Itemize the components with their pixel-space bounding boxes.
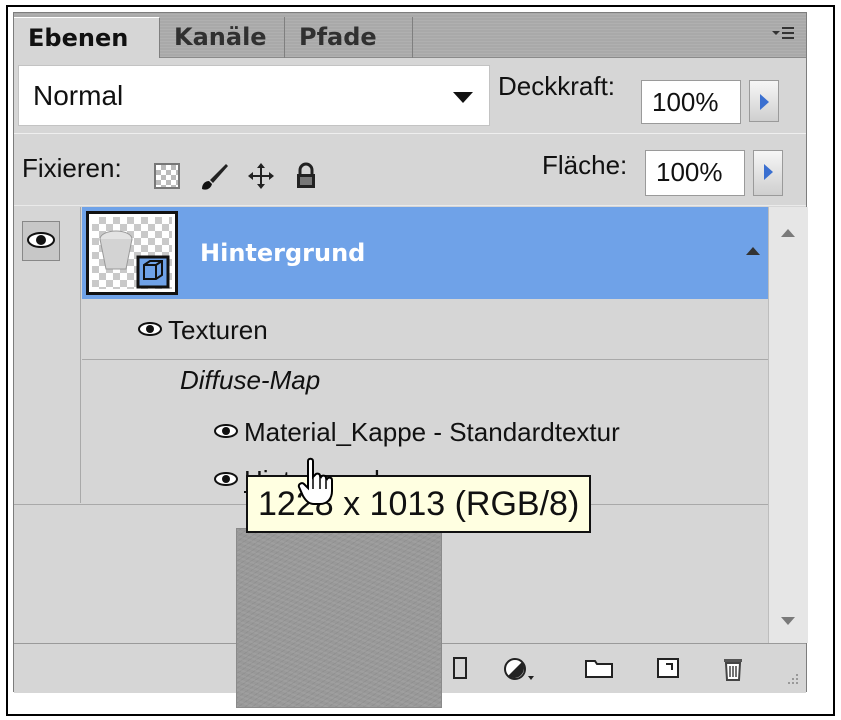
new-layer-icon[interactable]	[656, 656, 682, 684]
adjustment-layer-icon[interactable]	[502, 656, 536, 688]
diffuse-map-label: Diffuse-Map	[180, 365, 321, 395]
lock-transparency-icon[interactable]	[154, 163, 180, 189]
lock-paint-icon[interactable]	[198, 161, 230, 193]
resize-grip-icon[interactable]	[784, 672, 800, 692]
collapse-arrow-icon[interactable]	[746, 247, 760, 255]
eye-icon	[27, 232, 55, 248]
layer-row-hintergrund[interactable]: Hintergrund	[82, 207, 768, 299]
trash-icon[interactable]	[722, 656, 744, 686]
opacity-label: Deckkraft:	[498, 71, 616, 101]
fill-label: Fläche:	[542, 150, 628, 180]
layer-visibility-toggle[interactable]	[22, 221, 60, 261]
fill-slider-button[interactable]	[753, 150, 783, 196]
scroll-down-icon[interactable]	[781, 617, 795, 625]
layer-name: Hintergrund	[200, 239, 366, 267]
lock-label: Fixieren:	[22, 153, 122, 183]
tab-pfade[interactable]: Pfade	[285, 17, 413, 58]
divider	[14, 205, 806, 206]
eye-icon[interactable]	[212, 465, 244, 496]
vertical-scrollbar[interactable]	[768, 207, 808, 643]
divider	[82, 359, 768, 360]
tab-ebenen[interactable]: Ebenen	[14, 17, 160, 58]
3d-object-icon	[99, 230, 170, 289]
blend-mode-value: Normal	[33, 80, 124, 111]
lock-position-icon[interactable]	[246, 161, 276, 191]
visibility-column	[14, 207, 81, 503]
eye-icon[interactable]	[136, 315, 168, 346]
list-item-texture[interactable]: Material_Kappe - Standardtextur	[212, 417, 620, 448]
scroll-up-icon[interactable]	[781, 229, 795, 237]
layer-thumbnail	[86, 211, 178, 295]
blend-mode-select[interactable]: Normal	[18, 65, 490, 126]
hand-cursor-icon	[296, 457, 336, 511]
chevron-down-icon	[453, 92, 473, 103]
list-item-textures[interactable]: Texturen	[136, 315, 268, 346]
eye-icon[interactable]	[212, 417, 244, 448]
mask-icon[interactable]	[452, 656, 470, 684]
opacity-slider-button[interactable]	[749, 80, 779, 122]
texture-preview	[236, 528, 442, 708]
tab-kanaele[interactable]: Kanäle	[160, 17, 285, 58]
opacity-input[interactable]: 100%	[641, 80, 741, 124]
lock-all-icon[interactable]	[294, 161, 318, 191]
panel-menu-icon[interactable]	[770, 23, 796, 45]
fill-input[interactable]: 100%	[645, 150, 745, 196]
tab-bar: Ebenen Kanäle Pfade	[14, 13, 806, 58]
new-group-icon[interactable]	[584, 656, 614, 684]
divider	[14, 133, 806, 134]
